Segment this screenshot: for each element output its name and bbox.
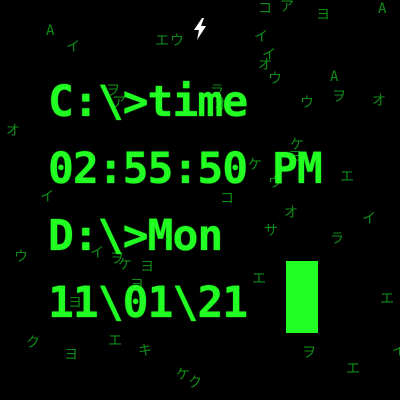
rain-glyph: イ [66,39,80,55]
rain-glyph: エ [380,291,394,307]
rain-glyph: A [46,23,55,39]
rain-glyph: ヨ [140,259,154,275]
rain-glyph: ア [280,0,294,15]
rain-glyph: エ [252,271,266,287]
matrix-rain-background: コ ア ヨ A A エ ウ イ イ イ オ ウ A ヲ オ ヲ ア ラ オ オ … [0,0,400,400]
rain-glyph: オ [372,93,386,109]
rain-glyph: エ [346,361,360,377]
time-command-prompt: C:\>time [48,77,248,127]
watch-face: コ ア ヨ A A エ ウ イ イ イ オ ウ A ヲ オ ヲ ア ラ オ オ … [0,0,400,400]
rain-glyph: ウ [268,71,282,87]
rain-glyph: サ [264,223,278,239]
rain-glyph: ウ [170,33,184,49]
rain-glyph: A [378,1,387,17]
rain-glyph: エ [155,33,169,49]
rain-glyph: エ [108,333,122,349]
rain-glyph: イ [392,343,400,359]
rain-glyph: エ [340,169,354,185]
rain-glyph: ラ [330,231,344,247]
rain-glyph: コ [258,1,272,17]
rain-glyph: イ [254,29,268,45]
rain-glyph: イ [362,211,376,227]
rain-glyph: オ [6,123,20,139]
rain-glyph: ヨ [64,347,78,363]
day-command-prompt: D:\>Mon [48,211,223,261]
rain-glyph: ヲ [332,89,346,105]
terminal-cursor [286,261,318,333]
rain-glyph: ヨ [316,7,330,23]
rain-glyph: ク [26,335,40,351]
rain-glyph: ウ [300,95,314,111]
date-readout: 11\01\21 [48,278,248,328]
rain-glyph: ウ [14,249,28,265]
rain-glyph: オ [284,205,298,221]
rain-glyph: オ [258,57,272,73]
time-readout: 02:55:50 PM [48,144,323,194]
rain-glyph: コ [220,191,234,207]
rain-glyph: ヲ [302,345,316,361]
rain-glyph: A [330,69,339,85]
lightning-bolt-icon [194,18,206,40]
rain-glyph: ク [188,375,202,391]
rain-glyph: キ [138,343,152,359]
